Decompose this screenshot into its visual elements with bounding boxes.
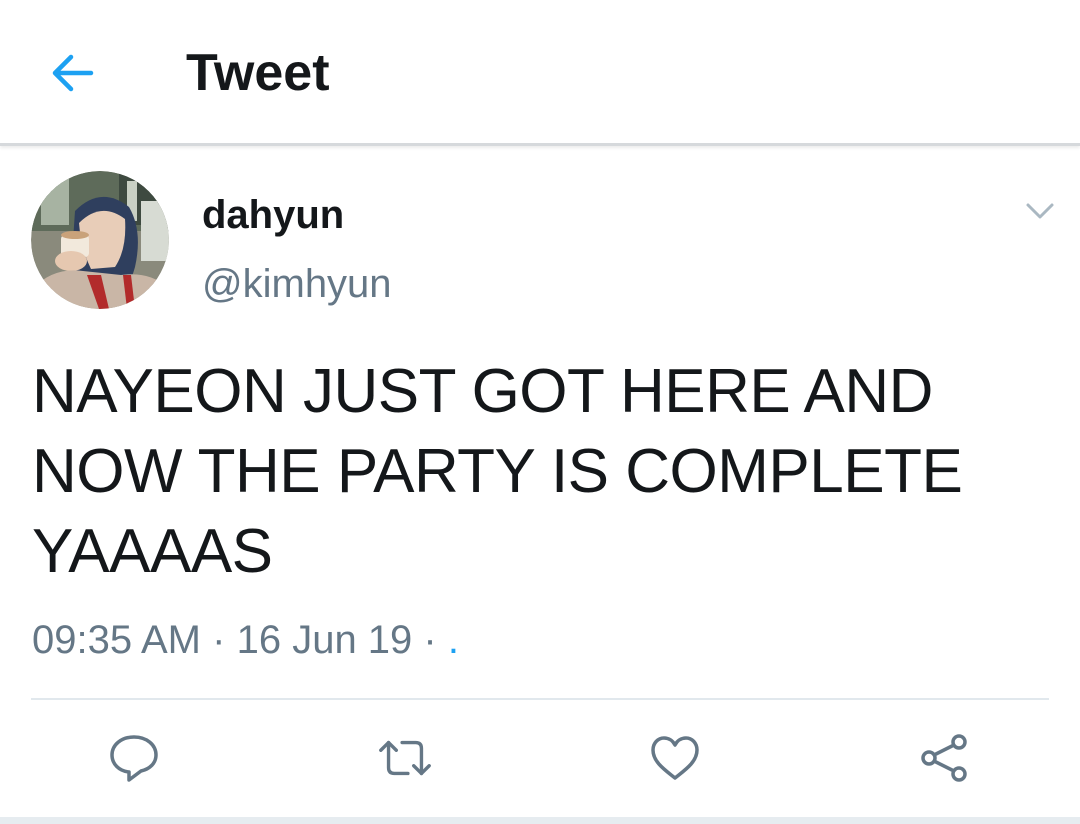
meta-separator: · (212, 618, 226, 662)
tweet-time: 09:35 AM (32, 618, 202, 662)
arrow-left-icon (52, 54, 94, 92)
tweet-date: 16 Jun 19 (236, 618, 413, 662)
heart-icon (651, 736, 699, 780)
tweet-text: NAYEON JUST GOT HERE AND NOW THE PARTY I… (32, 352, 1042, 592)
top-app-bar: Tweet (0, 0, 1080, 146)
tweet-text-line: NOW THE PARTY IS COMPLETE (32, 437, 963, 506)
reply-icon (110, 735, 158, 782)
tweet-meta: 09:35 AM · 16 Jun 19 · . (32, 615, 459, 665)
reply-button[interactable] (104, 730, 164, 786)
back-button[interactable] (46, 50, 98, 96)
share-button[interactable] (914, 730, 974, 786)
like-button[interactable] (645, 730, 705, 786)
avatar-photo (31, 171, 169, 309)
divider (31, 698, 1049, 700)
retweet-icon (379, 740, 431, 776)
retweet-button[interactable] (375, 730, 435, 786)
tweet-text-line: YAAAAS (32, 517, 273, 586)
meta-separator: · (423, 618, 437, 662)
section-separator (0, 817, 1080, 824)
tweet-detail-page: Tweet dahyun @kimhyun NAYEON JUST GOT HE… (0, 0, 1080, 824)
avatar[interactable] (31, 171, 169, 309)
share-icon (921, 734, 967, 782)
tweet-options-button[interactable] (1018, 194, 1062, 228)
author-display-name[interactable]: dahyun (202, 192, 344, 238)
tweet-source-link[interactable]: . (448, 618, 459, 662)
author-handle[interactable]: @kimhyun (202, 261, 392, 307)
chevron-down-icon (1026, 203, 1054, 219)
page-title: Tweet (186, 44, 330, 102)
tweet-text-line: NAYEON JUST GOT HERE AND (32, 357, 933, 426)
